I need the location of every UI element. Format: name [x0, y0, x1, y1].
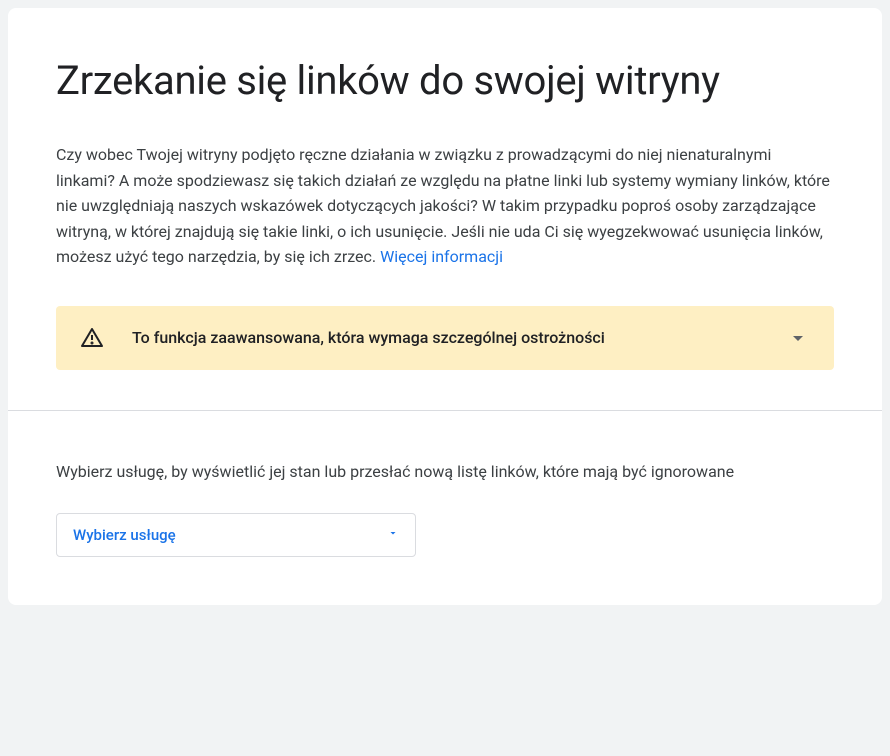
divider	[8, 410, 882, 411]
main-card: Zrzekanie się linków do swojej witryny C…	[8, 8, 882, 605]
more-info-link[interactable]: Więcej informacji	[380, 247, 503, 266]
page-title: Zrzekanie się linków do swojej witryny	[56, 56, 834, 106]
select-service-text: Wybierz usługę	[73, 526, 176, 544]
description-text: Czy wobec Twojej witryny podjęto ręczne …	[56, 142, 834, 270]
warning-banner[interactable]: To funkcja zaawansowana, która wymaga sz…	[56, 306, 834, 370]
dropdown-arrow-icon	[387, 527, 399, 543]
warning-text: To funkcja zaawansowana, która wymaga sz…	[132, 328, 758, 347]
select-service-label: Wybierz usługę, by wyświetlić jej stan l…	[56, 459, 834, 485]
select-service-dropdown[interactable]: Wybierz usługę	[56, 513, 416, 557]
warning-icon	[80, 326, 104, 350]
chevron-down-icon	[786, 326, 810, 350]
